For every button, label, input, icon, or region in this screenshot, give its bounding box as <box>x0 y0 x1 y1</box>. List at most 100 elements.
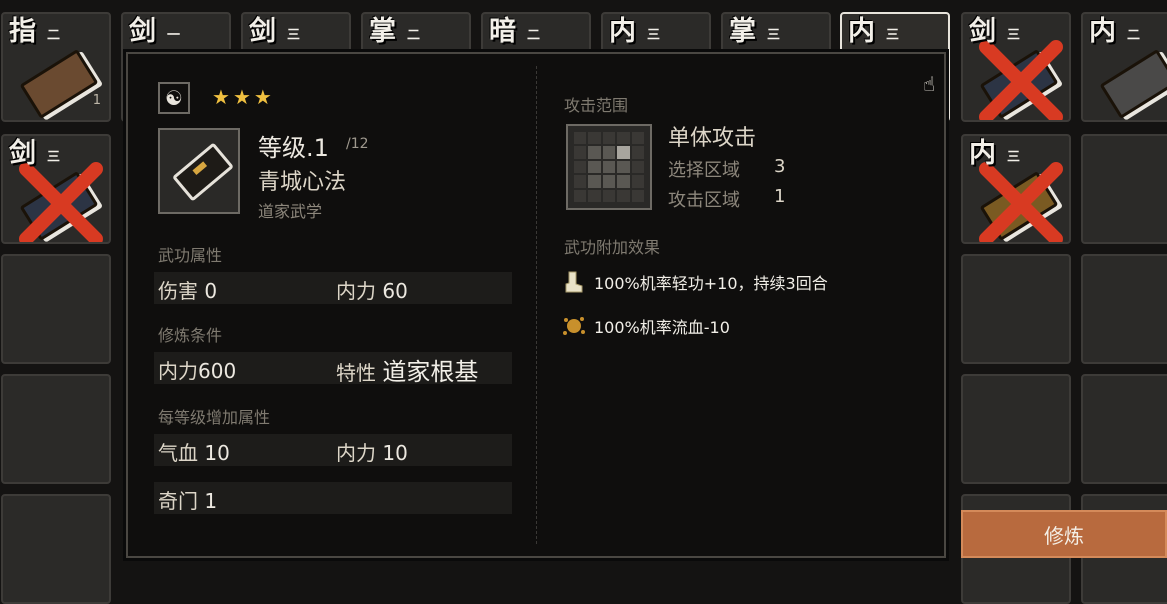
empty-slot[interactable] <box>1081 374 1167 484</box>
req-inner-label: 内力 <box>158 359 198 383</box>
qimen-stat: 奇门 1 <box>158 485 217 514</box>
skill-book-icon <box>979 171 1059 241</box>
slot-tier: 二 <box>47 28 61 43</box>
inventory-slot[interactable]: 剑三 <box>961 12 1071 122</box>
range-cell <box>602 175 616 188</box>
slot-category: 掌 <box>729 16 756 47</box>
per-level-title: 每等级增加属性 <box>158 408 271 427</box>
range-cell <box>574 189 587 202</box>
panel-divider <box>536 66 537 544</box>
range-cell <box>617 160 630 174</box>
skill-book-icon <box>1099 49 1167 119</box>
train-button[interactable]: 修炼 <box>961 510 1167 558</box>
range-cell <box>631 160 644 174</box>
slot-tier: 三 <box>1007 28 1021 43</box>
effect-text: 100%机率轻功+10，持续3回合 <box>594 274 828 293</box>
range-cell <box>617 146 630 159</box>
slot-tier: 三 <box>1007 150 1021 165</box>
attack-area-row: 攻击区域 1 <box>668 186 785 212</box>
effect-text: 100%机率流血-10 <box>594 318 730 337</box>
empty-slot[interactable] <box>1 374 111 484</box>
slot-category: 剑 <box>129 16 156 47</box>
range-cell <box>574 132 587 145</box>
qimen-label: 奇门 <box>158 489 198 513</box>
empty-slot[interactable] <box>1 494 111 604</box>
attack-area-label: 攻击区域 <box>668 190 740 211</box>
req-inner-value: 600 <box>198 359 237 383</box>
skill-book-icon <box>19 49 99 119</box>
select-area-value: 3 <box>774 156 786 177</box>
slot-tier: 三 <box>767 28 781 43</box>
skill-level-max: /12 <box>346 136 369 152</box>
slot-tier: 三 <box>647 28 661 43</box>
skill-school: 道家武学 <box>258 202 323 221</box>
inventory-slot[interactable]: 内二 <box>1081 12 1167 122</box>
inventory-slot[interactable]: 内三 <box>961 134 1071 244</box>
slot-tier: 二 <box>527 28 541 43</box>
slot-tier: 二 <box>1127 28 1141 43</box>
inner-power-label: 内力 <box>336 279 376 303</box>
attributes-row: 伤害 0 内力 60 <box>154 272 512 304</box>
range-cell <box>602 132 616 145</box>
inventory-slot[interactable]: 指二 1 <box>1 12 111 122</box>
empty-slot[interactable] <box>1081 134 1167 244</box>
attributes-title: 武功属性 <box>158 246 223 265</box>
hp-label: 气血 <box>158 441 198 465</box>
slot-category: 剑 <box>969 16 996 47</box>
range-cell <box>631 132 644 145</box>
range-cell <box>574 175 587 188</box>
slot-category: 暗 <box>489 16 516 47</box>
slot-category: 内 <box>609 16 636 47</box>
damage-label: 伤害 <box>158 279 198 303</box>
skill-name: 青城心法 <box>258 170 347 195</box>
empty-slot[interactable] <box>961 254 1071 364</box>
per-level-row: 气血 10 内力 10 <box>154 434 512 466</box>
blood-splat-icon <box>562 314 586 338</box>
range-cell <box>588 160 601 174</box>
slot-tier: 二 <box>407 28 421 43</box>
slot-category: 内 <box>848 16 875 47</box>
damage-stat: 伤害 0 <box>158 275 217 304</box>
skill-level: 等级.1 <box>258 134 329 162</box>
requirements-row: 内力600 特性 道家根基 <box>154 352 512 386</box>
inner-power-stat: 内力 60 <box>336 275 408 304</box>
empty-slot[interactable] <box>1081 254 1167 364</box>
range-cell <box>631 146 644 159</box>
slot-category: 掌 <box>369 16 396 47</box>
range-cell <box>631 189 644 202</box>
yinyang-icon: ☯ <box>158 82 190 114</box>
select-area-label: 选择区域 <box>668 160 740 181</box>
star-icon: ★ <box>232 85 251 109</box>
slot-tier: 三 <box>886 28 900 43</box>
select-area-row: 选择区域 3 <box>668 156 785 182</box>
attack-range-title: 攻击范围 <box>564 96 629 115</box>
inventory-slot[interactable]: 剑三 <box>1 134 111 244</box>
damage-value: 0 <box>204 279 218 303</box>
range-cell <box>631 175 644 188</box>
range-cell <box>574 160 587 174</box>
slot-tier: 三 <box>287 28 301 43</box>
range-cell <box>588 189 601 202</box>
effect-row: 100%机率流血-10 <box>562 314 730 338</box>
skill-book-icon <box>19 171 99 241</box>
req-inner-stat: 内力600 <box>158 355 236 384</box>
empty-slot[interactable] <box>1 254 111 364</box>
range-cell <box>574 146 587 159</box>
boot-icon <box>562 270 586 294</box>
slot-category: 剑 <box>249 16 276 47</box>
empty-slot[interactable] <box>961 374 1071 484</box>
inner-power-value: 60 <box>382 279 408 303</box>
per-inner-value: 10 <box>382 441 408 465</box>
slot-count: 1 <box>92 93 101 108</box>
trait-value: 道家根基 <box>382 358 479 386</box>
rarity-stars: ★ ★ ★ <box>212 87 272 107</box>
attack-range-grid <box>566 124 652 210</box>
effect-row: 100%机率轻功+10，持续3回合 <box>562 270 828 294</box>
skill-book-icon <box>158 128 240 214</box>
slot-tier: 一 <box>167 28 181 43</box>
skill-tooltip-panel: ☯ ★ ★ ★ 等级.1 /12 青城心法 道家武学 武功属性 伤害 0 内力 60… <box>126 52 946 558</box>
range-cell <box>588 132 601 145</box>
range-cell <box>617 175 630 188</box>
range-cell <box>602 160 616 174</box>
slot-category: 内 <box>969 138 996 169</box>
